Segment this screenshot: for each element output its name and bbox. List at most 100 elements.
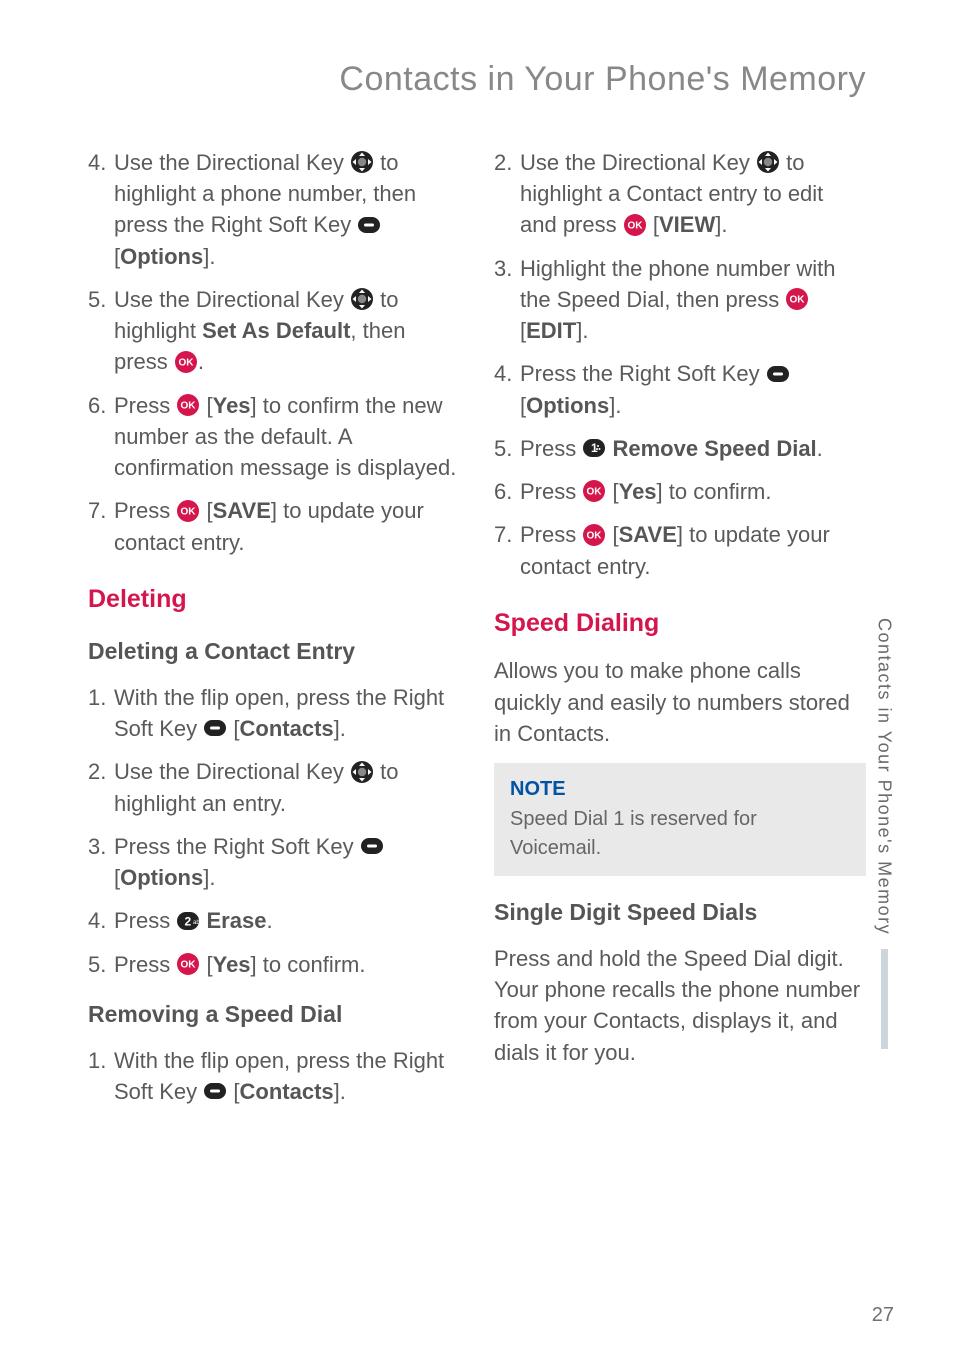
label-contacts: Contacts <box>240 716 334 741</box>
step-number: 1. <box>88 1045 114 1107</box>
step-2: 2. Use the Directional Key to highlight … <box>88 756 460 818</box>
label-remove-speed-dial: Remove Speed Dial <box>612 436 816 461</box>
label-yes: Yes <box>213 393 251 418</box>
speed-dial-description: Allows you to make phone calls quickly a… <box>494 655 866 749</box>
label-yes: Yes <box>619 479 657 504</box>
left-column: 4. Use the Directional Key to highlight … <box>88 147 460 1119</box>
step-5r: 5. Press Remove Speed Dial. <box>494 433 866 464</box>
step-7: 7. Press [SAVE] to update your contact e… <box>88 495 460 557</box>
step-number: 2. <box>88 756 114 818</box>
direction-key-icon <box>350 760 374 784</box>
ok-key-icon <box>176 499 200 523</box>
label-yes: Yes <box>213 952 251 977</box>
step-1c: 1. With the flip open, press the Right S… <box>88 1045 460 1107</box>
step-number: 6. <box>88 390 114 484</box>
step-number: 2. <box>494 147 520 241</box>
page-title: Contacts in Your Phone's Memory <box>88 60 866 99</box>
step-number: 6. <box>494 476 520 507</box>
subsection-removing-speed-dial: Removing a Speed Dial <box>88 998 460 1031</box>
label-erase: Erase <box>206 908 266 933</box>
text: Press <box>114 498 176 523</box>
text: ]. <box>609 393 621 418</box>
step-number: 3. <box>88 831 114 893</box>
step-number: 4. <box>88 905 114 936</box>
step-1: 1. With the flip open, press the Right S… <box>88 682 460 744</box>
step-7r: 7. Press [SAVE] to update your contact e… <box>494 519 866 581</box>
note-body: Speed Dial 1 is reserved for Voicemail. <box>510 805 850 862</box>
side-tab-label: Contacts in Your Phone's Memory <box>874 618 895 935</box>
text: Use the Directional Key <box>520 150 756 175</box>
step-number: 5. <box>494 433 520 464</box>
direction-key-icon <box>350 287 374 311</box>
text: Press the Right Soft Key <box>114 834 360 859</box>
label-set-default: Set As Default <box>202 318 350 343</box>
label-options: Options <box>120 244 203 269</box>
text: ]. <box>334 1079 346 1104</box>
label-view: VIEW <box>659 212 715 237</box>
step-6r: 6. Press [Yes] to confirm. <box>494 476 866 507</box>
text: . <box>266 908 272 933</box>
text: ]. <box>715 212 727 237</box>
step-number: 7. <box>88 495 114 557</box>
direction-key-icon <box>756 150 780 174</box>
label-save: SAVE <box>213 498 271 523</box>
text: . <box>817 436 823 461</box>
page-number: 27 <box>872 1304 894 1327</box>
text: Press <box>520 522 582 547</box>
text: ] to confirm. <box>657 479 772 504</box>
key-1-icon <box>582 436 606 460</box>
subsection-single-digit: Single Digit Speed Dials <box>494 896 866 929</box>
section-speed-dialing: Speed Dialing <box>494 606 866 642</box>
text: ]. <box>334 716 346 741</box>
text: Press <box>114 393 176 418</box>
text: Press <box>114 952 176 977</box>
ok-key-icon <box>174 350 198 374</box>
ok-key-icon <box>176 393 200 417</box>
ok-key-icon <box>176 952 200 976</box>
step-number: 1. <box>88 682 114 744</box>
step-5b: 5. Press [Yes] to confirm. <box>88 949 460 980</box>
step-number: 4. <box>494 358 520 420</box>
text: Use the Directional Key <box>114 150 350 175</box>
text: ]. <box>203 244 215 269</box>
step-3r: 3. Highlight the phone number with the S… <box>494 253 866 347</box>
direction-key-icon <box>350 150 374 174</box>
step-2r: 2. Use the Directional Key to highlight … <box>494 147 866 241</box>
step-number: 7. <box>494 519 520 581</box>
text: ]. <box>576 318 588 343</box>
step-number: 4. <box>88 147 114 272</box>
ok-key-icon <box>582 479 606 503</box>
label-edit: EDIT <box>526 318 576 343</box>
note-title: NOTE <box>510 775 850 803</box>
step-5: 5. Use the Directional Key to highlight … <box>88 284 460 378</box>
soft-key-icon <box>360 834 384 858</box>
step-4r: 4. Press the Right Soft Key [Options]. <box>494 358 866 420</box>
side-tab: Contacts in Your Phone's Memory <box>870 618 898 1049</box>
soft-key-icon <box>766 362 790 386</box>
text: ]. <box>203 865 215 890</box>
text: Press <box>114 908 176 933</box>
step-6: 6. Press [Yes] to confirm the new number… <box>88 390 460 484</box>
step-number: 5. <box>88 949 114 980</box>
note-box: NOTE Speed Dial 1 is reserved for Voicem… <box>494 763 866 876</box>
key-2-icon <box>176 909 200 933</box>
text: . <box>198 349 204 374</box>
text: ] to confirm. <box>251 952 366 977</box>
ok-key-icon <box>623 213 647 237</box>
text: Press the Right Soft Key <box>520 361 766 386</box>
text: Use the Directional Key <box>114 759 350 784</box>
text: Use the Directional Key <box>114 287 350 312</box>
text: Press <box>520 479 582 504</box>
text: Press <box>520 436 582 461</box>
soft-key-icon <box>203 716 227 740</box>
label-options: Options <box>120 865 203 890</box>
step-3: 3. Press the Right Soft Key [Options]. <box>88 831 460 893</box>
ok-key-icon <box>582 523 606 547</box>
step-number: 5. <box>88 284 114 378</box>
ok-key-icon <box>785 287 809 311</box>
label-options: Options <box>526 393 609 418</box>
subsection-deleting-entry: Deleting a Contact Entry <box>88 635 460 668</box>
side-tab-bar-icon <box>881 949 888 1049</box>
single-digit-description: Press and hold the Speed Dial digit. You… <box>494 943 866 1068</box>
label-save: SAVE <box>619 522 677 547</box>
